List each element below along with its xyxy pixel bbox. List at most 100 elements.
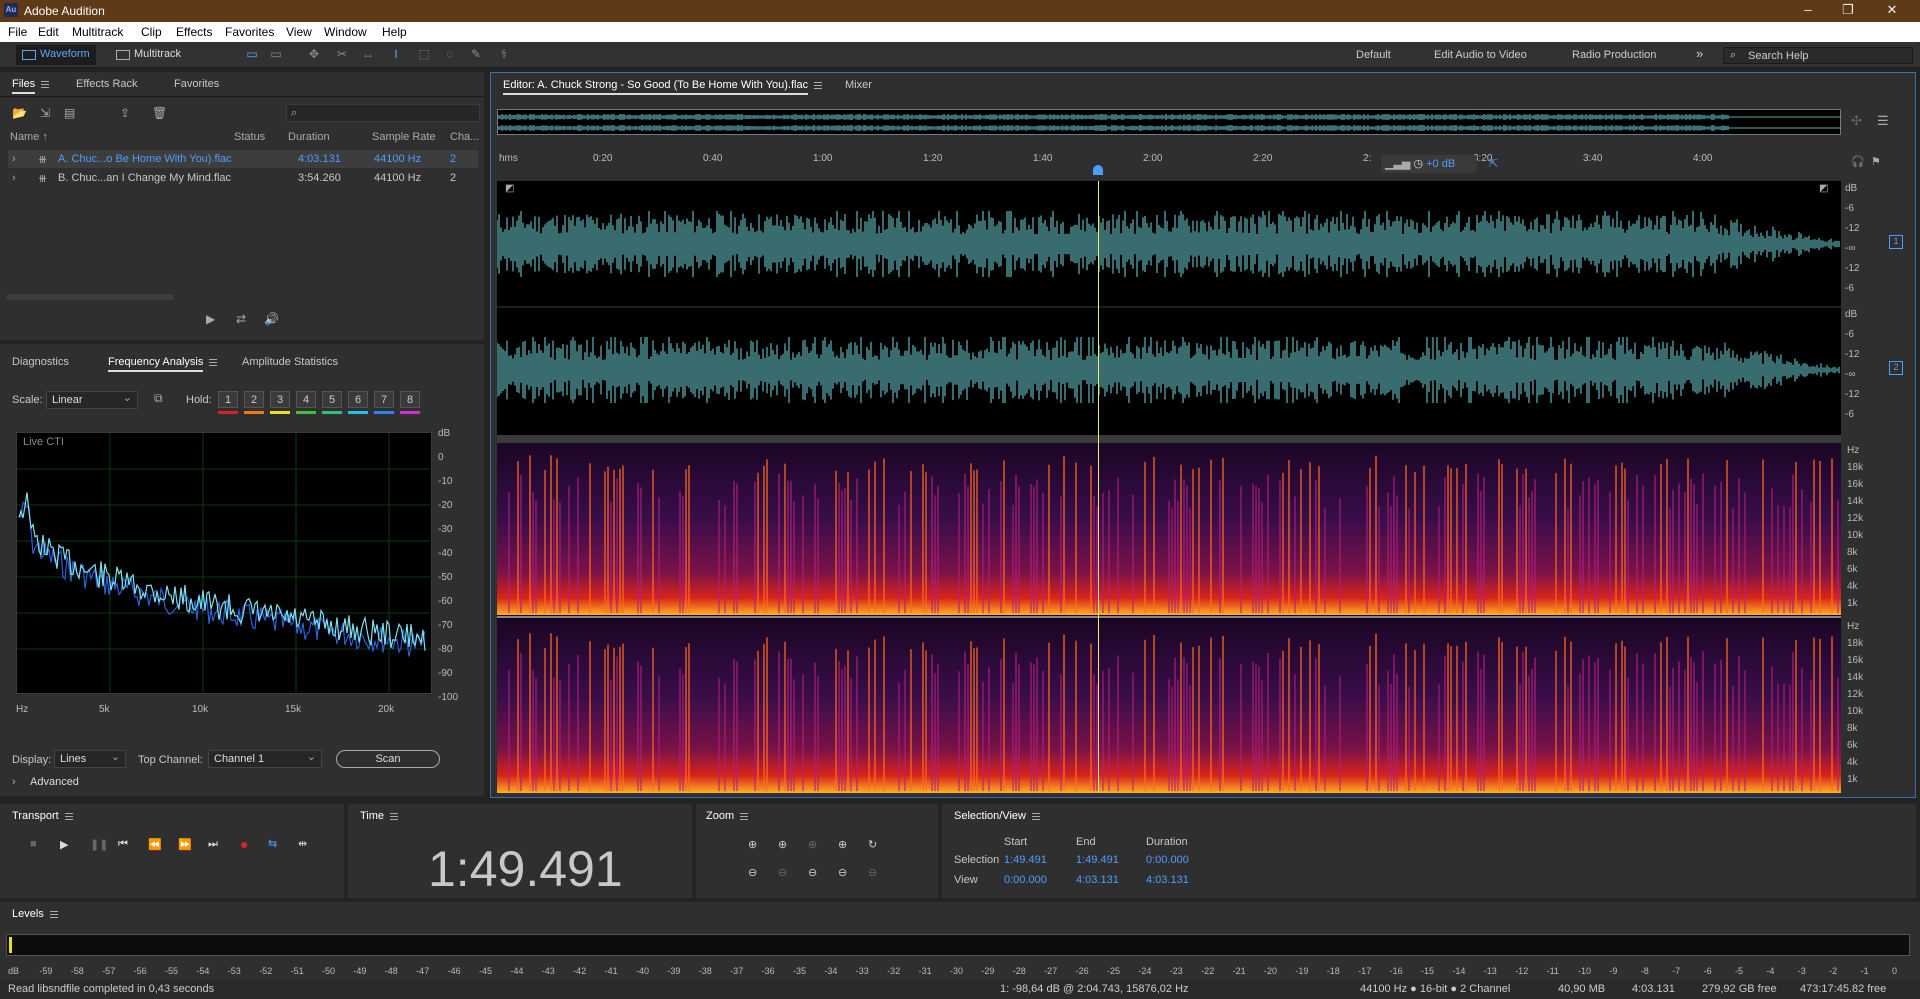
scan-button[interactable]: Scan bbox=[336, 750, 440, 768]
chevron-right-icon[interactable]: › bbox=[12, 153, 16, 165]
selection-start[interactable]: 1:49.491 bbox=[1004, 854, 1047, 866]
zoom-reset-icon[interactable]: ↻ bbox=[868, 838, 877, 851]
more-workspaces-button[interactable]: » bbox=[1696, 46, 1703, 61]
tab-editor[interactable]: Editor: A. Chuck Strong - So Good (To Be… bbox=[503, 79, 823, 95]
maximize-button[interactable]: ❐ bbox=[1828, 2, 1868, 20]
zoom-selection-icon[interactable]: ⊖ bbox=[868, 866, 877, 879]
menu-favorites[interactable]: Favorites bbox=[225, 25, 274, 39]
top-channel-dropdown[interactable]: Channel 1 bbox=[208, 750, 322, 768]
expand-icon[interactable]: ◩ bbox=[1819, 183, 1828, 194]
time-ruler[interactable]: hms 0:20 0:40 1:00 1:20 1:40 2:00 2:20 2: 3:20 3:4… bbox=[497, 153, 1841, 171]
menu-edit[interactable]: Edit bbox=[38, 25, 59, 39]
play-icon[interactable]: ▶ bbox=[60, 838, 68, 851]
brush-tool-icon[interactable]: ✎ bbox=[468, 47, 484, 63]
hold-button-8[interactable]: 8 bbox=[400, 391, 420, 408]
chevron-right-icon[interactable]: › bbox=[12, 776, 16, 788]
panel-menu-icon[interactable] bbox=[1031, 812, 1040, 820]
playhead-handle[interactable] bbox=[1093, 165, 1103, 175]
zoom-in-points-icon[interactable]: ⊕ bbox=[838, 838, 847, 851]
multitrack-mode-button[interactable]: Multitrack bbox=[110, 45, 187, 65]
view-duration[interactable]: 4:03.131 bbox=[1146, 874, 1189, 886]
hud-volume[interactable]: ▁▃▅ ◷ +0 dB bbox=[1381, 155, 1477, 173]
tab-diagnostics[interactable]: Diagnostics bbox=[12, 356, 69, 368]
tab-effects-rack[interactable]: Effects Rack bbox=[76, 78, 138, 90]
zoom-out-points-icon[interactable]: ⊖ bbox=[838, 866, 847, 879]
channel-1-toggle[interactable]: 1 bbox=[1889, 235, 1903, 249]
zoom-in-time-icon[interactable]: ⊕ bbox=[778, 838, 787, 851]
auto-play-icon[interactable]: 🔊 bbox=[264, 312, 279, 326]
panel-menu-icon[interactable] bbox=[390, 812, 399, 820]
menu-file[interactable]: File bbox=[8, 25, 27, 39]
pause-icon[interactable]: ❚❚ bbox=[90, 838, 108, 851]
zoom-navigator-icon[interactable]: ✣ bbox=[1851, 113, 1862, 129]
razor-tool-icon[interactable]: ✂ bbox=[334, 47, 350, 63]
workspace-edit-audio-to-video[interactable]: Edit Audio to Video bbox=[1434, 49, 1527, 61]
col-status[interactable]: Status bbox=[234, 131, 265, 143]
display-dropdown[interactable]: Lines bbox=[54, 750, 126, 768]
skip-selection-icon[interactable]: ⇹ bbox=[298, 837, 307, 850]
panel-menu-icon[interactable] bbox=[740, 812, 749, 820]
col-channels[interactable]: Cha... bbox=[450, 131, 479, 143]
tab-mixer[interactable]: Mixer bbox=[845, 79, 872, 91]
hold-button-4[interactable]: 4 bbox=[296, 391, 316, 408]
zoom-out-full-icon[interactable]: ⊖ bbox=[808, 866, 817, 879]
tab-frequency-analysis[interactable]: Frequency Analysis bbox=[108, 356, 218, 372]
menu-help[interactable]: Help bbox=[382, 25, 407, 39]
slip-tool-icon[interactable]: ↔ bbox=[360, 47, 376, 63]
waveform-mode-button[interactable]: Waveform bbox=[16, 45, 96, 65]
scale-dropdown[interactable]: Linear bbox=[46, 391, 138, 409]
col-duration[interactable]: Duration bbox=[288, 131, 330, 143]
horizontal-scrollbar[interactable] bbox=[6, 294, 174, 300]
hold-button-1[interactable]: 1 bbox=[218, 391, 238, 408]
hold-button-6[interactable]: 6 bbox=[348, 391, 368, 408]
view-end[interactable]: 4:03.131 bbox=[1076, 874, 1119, 886]
menu-view[interactable]: View bbox=[286, 25, 312, 39]
panel-menu-icon[interactable] bbox=[49, 910, 58, 918]
workspace-default[interactable]: Default bbox=[1356, 49, 1391, 61]
zoom-in-amplitude-icon[interactable]: ⊕ bbox=[748, 838, 757, 851]
pin-hud-icon[interactable]: ⇱ bbox=[1489, 157, 1498, 170]
settings-list-icon[interactable]: ☰ bbox=[1877, 113, 1889, 129]
files-search-input[interactable]: ⌕ bbox=[286, 104, 480, 122]
menu-clip[interactable]: Clip bbox=[141, 25, 162, 39]
hold-button-5[interactable]: 5 bbox=[322, 391, 342, 408]
panel-menu-icon[interactable] bbox=[41, 80, 50, 88]
tab-amplitude-statistics[interactable]: Amplitude Statistics bbox=[242, 356, 338, 368]
close-button[interactable]: ✕ bbox=[1872, 2, 1912, 20]
insert-into-multitrack-icon[interactable]: ⇪ bbox=[120, 106, 130, 120]
minimize-button[interactable]: – bbox=[1788, 2, 1828, 20]
selection-end[interactable]: 1:49.491 bbox=[1076, 854, 1119, 866]
menu-window[interactable]: Window bbox=[324, 25, 367, 39]
skip-to-end-icon[interactable]: ⏭ bbox=[208, 838, 218, 851]
skip-to-start-icon[interactable]: ⏮ bbox=[118, 838, 128, 851]
panel-menu-icon[interactable] bbox=[64, 812, 73, 820]
pitch-display-icon[interactable]: ▭ bbox=[268, 47, 284, 63]
menu-multitrack[interactable]: Multitrack bbox=[72, 25, 123, 39]
tab-favorites[interactable]: Favorites bbox=[174, 78, 219, 90]
record-icon[interactable]: ● bbox=[240, 836, 248, 852]
tab-files[interactable]: Files bbox=[12, 78, 50, 94]
open-file-icon[interactable]: 📂 bbox=[12, 106, 27, 120]
overview-navigator[interactable] bbox=[497, 109, 1841, 135]
headphone-icon[interactable]: 🎧 bbox=[1851, 155, 1865, 168]
rewind-icon[interactable]: ⏪ bbox=[148, 838, 162, 851]
new-file-icon[interactable]: ▤ bbox=[64, 106, 75, 120]
time-selection-tool-icon[interactable]: I bbox=[388, 47, 404, 63]
hold-button-3[interactable]: 3 bbox=[270, 391, 290, 408]
file-row[interactable]: › ⧻ B. Chuc...an I Change My Mind.flac 3… bbox=[8, 169, 478, 187]
selection-duration[interactable]: 0:00.000 bbox=[1146, 854, 1189, 866]
spot-healing-tool-icon[interactable]: ⚕ bbox=[496, 47, 512, 63]
menu-effects[interactable]: Effects bbox=[176, 25, 212, 39]
col-name[interactable]: Name ↑ bbox=[10, 131, 48, 143]
stop-icon[interactable]: ■ bbox=[30, 838, 37, 850]
channel-2-toggle[interactable]: 2 bbox=[1889, 361, 1903, 375]
loop-play-icon[interactable]: ⇄ bbox=[236, 312, 246, 326]
fast-forward-icon[interactable]: ⏩ bbox=[178, 838, 192, 851]
loop-icon[interactable]: ⇆ bbox=[268, 837, 277, 850]
delete-icon[interactable]: 🗑 bbox=[152, 106, 167, 120]
lasso-tool-icon[interactable]: ◌ bbox=[442, 47, 458, 63]
file-row[interactable]: › ⧻ A. Chuc...o Be Home With You).flac 4… bbox=[8, 150, 478, 168]
hold-button-2[interactable]: 2 bbox=[244, 391, 264, 408]
marker-icon[interactable]: ⚑ bbox=[1871, 155, 1881, 168]
zoom-out-time-icon[interactable]: ⊖ bbox=[778, 866, 787, 879]
